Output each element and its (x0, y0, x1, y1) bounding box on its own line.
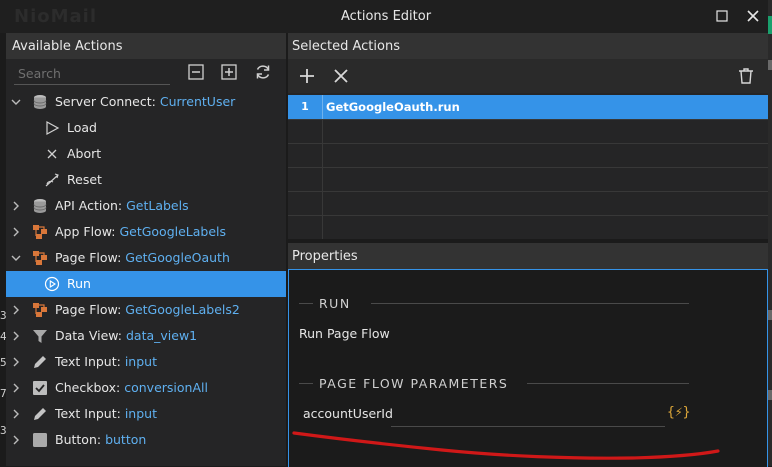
row-number: 1 (288, 95, 323, 119)
tree-item-text-input[interactable]: Text Input: input (6, 349, 286, 375)
chevron-right-icon[interactable] (10, 200, 22, 212)
tree-item-label: Run (67, 276, 91, 291)
tree-item-label: App Flow: GetGoogleLabels (55, 224, 227, 239)
maximize-button[interactable] (714, 8, 730, 24)
tree-item-page-flow-oauth[interactable]: Page Flow: GetGoogleOauth (6, 245, 286, 271)
param-label-accountuserid: accountUserId (303, 406, 393, 421)
square-icon (33, 433, 47, 447)
tree-item-label: Server Connect: CurrentUser (55, 94, 236, 109)
checkbox-icon (33, 381, 47, 395)
selected-actions-header: Selected Actions (288, 33, 768, 59)
section-params-title: PAGE FLOW PARAMETERS (319, 376, 509, 391)
window-title-bar: NioMail Actions Editor (0, 0, 772, 33)
expand-all-icon[interactable] (220, 63, 238, 81)
chevron-down-icon[interactable] (10, 96, 22, 108)
chevron-right-icon[interactable] (10, 330, 22, 342)
play-outline-icon (46, 120, 60, 136)
maximize-icon (716, 10, 728, 22)
table-row (288, 191, 768, 216)
table-row (288, 143, 768, 168)
close-button[interactable] (745, 8, 761, 24)
tree-item-label: Page Flow: GetGoogleLabels2 (55, 302, 240, 317)
close-icon (47, 149, 57, 159)
trash-icon[interactable] (737, 67, 755, 85)
dynamic-data-icon[interactable]: {⚡} (667, 405, 690, 421)
properties-header: Properties (288, 243, 768, 269)
tree-item-checkbox[interactable]: Checkbox: conversionAll (6, 375, 286, 401)
selected-actions-grid: 1 GetGoogleOauth.run (288, 95, 768, 239)
chevron-right-icon[interactable] (10, 382, 22, 394)
chevron-right-icon[interactable] (10, 226, 22, 238)
properties-panel: Properties RUN Run Page Flow PAGE FLOW P… (288, 243, 768, 467)
chevron-right-icon[interactable] (10, 356, 22, 368)
background-window-edge (768, 0, 772, 466)
action-name: GetGoogleOauth.run (326, 100, 460, 114)
pencil-icon (34, 408, 46, 420)
pencil-icon (34, 356, 46, 368)
tree-item-label: Checkbox: conversionAll (55, 380, 208, 395)
tree-item-label: Page Flow: GetGoogleOauth (55, 250, 230, 265)
search-row (6, 59, 286, 89)
actions-tree: Server Connect: CurrentUser Load Abort R… (6, 89, 286, 453)
database-icon (33, 199, 47, 213)
tree-item-label: Load (67, 120, 97, 135)
selected-actions-panel: Selected Actions 1 GetGoogleOauth.run (288, 33, 768, 239)
section-run-title: RUN (319, 296, 351, 311)
search-input[interactable] (14, 62, 170, 85)
tree-item-app-flow[interactable]: App Flow: GetGoogleLabels (6, 219, 286, 245)
window-title: Actions Editor (340, 9, 432, 24)
reset-icon (45, 173, 59, 187)
close-icon (747, 10, 759, 22)
chevron-right-icon[interactable] (10, 408, 22, 420)
tree-item-label: Reset (67, 172, 102, 187)
accountuserid-input[interactable] (391, 404, 665, 427)
run-icon (44, 276, 60, 292)
chevron-right-icon[interactable] (10, 304, 22, 316)
refresh-icon[interactable] (254, 63, 272, 81)
tree-item-abort[interactable]: Abort (6, 141, 286, 167)
collapse-all-icon[interactable] (187, 63, 205, 81)
tree-item-data-view[interactable]: Data View: data_view1 (6, 323, 286, 349)
table-row (288, 119, 768, 144)
tree-item-api-action[interactable]: API Action: GetLabels (6, 193, 286, 219)
properties-body: RUN Run Page Flow PAGE FLOW PARAMETERS a… (288, 269, 768, 467)
tree-item-page-flow-labels2[interactable]: Page Flow: GetGoogleLabels2 (6, 297, 286, 323)
chevron-down-icon[interactable] (10, 252, 22, 264)
add-icon[interactable] (298, 67, 316, 85)
tree-item-load[interactable]: Load (6, 115, 286, 141)
tree-item-label: Text Input: input (55, 406, 157, 421)
background-accent (768, 16, 772, 34)
available-actions-panel: Available Actions Server Connect: Curren… (6, 33, 286, 466)
filter-icon (33, 330, 47, 343)
tree-item-text-input[interactable]: Text Input: input (6, 401, 286, 427)
remove-icon[interactable] (332, 67, 350, 85)
table-row (288, 215, 768, 239)
tree-item-run[interactable]: Run (6, 271, 286, 297)
selected-actions-toolbar (288, 59, 768, 93)
tree-item-label: Abort (67, 146, 102, 161)
flow-icon (33, 251, 47, 265)
tree-item-button[interactable]: Button: button (6, 427, 286, 453)
chevron-right-icon[interactable] (10, 434, 22, 446)
table-row (288, 167, 768, 192)
tree-item-label: Data View: data_view1 (55, 328, 198, 343)
flow-icon (33, 225, 47, 239)
flow-icon (33, 303, 47, 317)
tree-item-label: Button: button (55, 432, 147, 447)
tree-item-reset[interactable]: Reset (6, 167, 286, 193)
tree-item-label: Text Input: input (55, 354, 157, 369)
database-icon (33, 95, 47, 109)
tree-item-server-connect[interactable]: Server Connect: CurrentUser (6, 89, 286, 115)
tree-item-label: API Action: GetLabels (55, 198, 189, 213)
available-actions-header: Available Actions (6, 33, 286, 59)
table-row[interactable]: 1 GetGoogleOauth.run (288, 95, 768, 120)
run-description: Run Page Flow (299, 326, 390, 341)
